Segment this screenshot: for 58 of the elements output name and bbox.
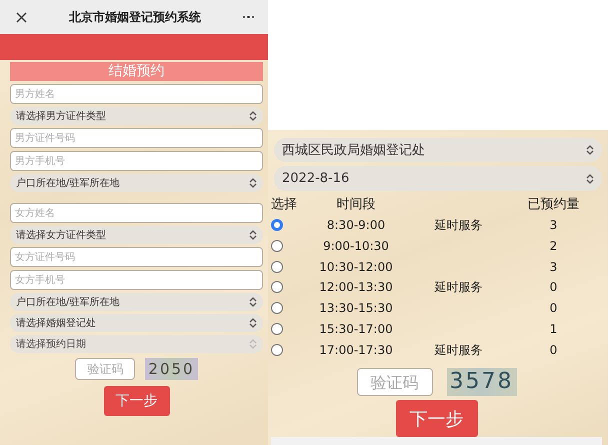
captcha-image: 2050	[145, 358, 198, 380]
select-field[interactable]: 请选择婚姻登记处	[10, 314, 263, 332]
dropdown-arrows-icon	[249, 297, 257, 307]
radio-button[interactable]	[271, 344, 283, 356]
slot-note: 延时服务	[434, 279, 484, 296]
booked-count: 0	[548, 342, 558, 358]
time-slot: 15:30-17:00	[311, 318, 401, 340]
time-slot: 8:30-9:00	[311, 215, 401, 236]
dropdown-arrows-icon	[249, 111, 257, 121]
booked-count: 0	[548, 279, 558, 296]
select-field[interactable]: 2022-8-16	[274, 166, 602, 191]
dropdown-arrows-icon	[586, 174, 594, 184]
section-title: 结婚预约	[10, 62, 263, 81]
time-slot: 12:00-13:30	[311, 277, 401, 298]
input-field[interactable]: 女方证件号码	[10, 247, 263, 267]
booked-count: 2	[548, 238, 558, 256]
select-field[interactable]: 请选择女方证件类型	[10, 226, 263, 244]
next-button[interactable]: 下一步	[104, 386, 170, 416]
booked-count: 3	[548, 258, 558, 276]
radio-button[interactable]	[271, 240, 283, 252]
select-field[interactable]: 户口所在地/驻军所在地	[10, 174, 263, 192]
window-title: 北京市婚姻登记预约系统	[68, 8, 201, 26]
select-field[interactable]: 请选择男方证件类型	[10, 107, 263, 125]
select-field[interactable]: 西城区民政局婚姻登记处	[274, 138, 602, 162]
close-icon[interactable]	[16, 12, 27, 22]
captcha-image: 3578	[446, 368, 516, 396]
time-slot: 9:00-10:30	[311, 236, 401, 257]
input-field[interactable]: 男方证件号码	[10, 128, 263, 148]
radio-button[interactable]	[271, 302, 283, 314]
radio-button[interactable]	[271, 260, 283, 273]
input-field[interactable]: 女方手机号	[10, 270, 263, 290]
dropdown-arrows-icon	[586, 145, 594, 156]
radio-button[interactable]	[271, 322, 283, 335]
captcha-field[interactable]: 验证码	[75, 358, 136, 380]
time-slot: 10:30-12:00	[311, 256, 401, 278]
captcha-field[interactable]: 验证码	[356, 368, 432, 396]
radio-button[interactable]	[271, 281, 283, 294]
dropdown-arrows-icon	[249, 178, 257, 188]
time-slot: 17:00-17:30	[311, 340, 401, 360]
input-field[interactable]: 男方手机号	[10, 151, 263, 171]
booked-count: 1	[548, 320, 558, 338]
slot-note: 延时服务	[434, 217, 484, 234]
booked-count: 3	[548, 217, 558, 234]
more-icon[interactable]	[242, 16, 254, 18]
input-field[interactable]: 女方姓名	[10, 203, 263, 223]
slot-note: 延时服务	[434, 342, 484, 358]
time-slot: 13:30-15:30	[311, 298, 401, 319]
dropdown-arrows-icon	[249, 318, 257, 328]
column-header: 选择	[271, 196, 298, 214]
next-button[interactable]: 下一步	[396, 400, 478, 438]
column-header: 时间段	[336, 196, 376, 214]
column-header: 已预约量	[526, 196, 580, 214]
select-field[interactable]: 户口所在地/驻军所在地	[10, 293, 263, 311]
booked-count: 0	[548, 300, 558, 318]
dropdown-arrows-icon	[249, 339, 257, 349]
input-field[interactable]: 男方姓名	[10, 84, 263, 104]
dropdown-arrows-icon	[249, 230, 257, 240]
radio-button[interactable]	[271, 219, 283, 232]
